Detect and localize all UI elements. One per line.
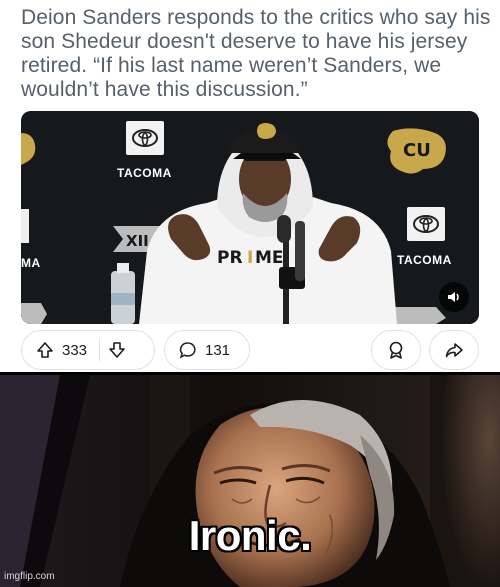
vote-divider <box>99 339 101 361</box>
post-title[interactable]: Deion Sanders responds to the critics wh… <box>21 6 491 102</box>
svg-text:XII: XII <box>126 232 149 250</box>
sponsor-label-tacoma-right: TACOMA <box>397 253 452 267</box>
sponsor-label-tacoma: TACOMA <box>117 166 172 180</box>
downvote-arrow-icon[interactable] <box>108 341 126 359</box>
video-player[interactable]: XII CU PR I ME TACOMA TACOMA MA <box>21 111 479 324</box>
comment-bubble-icon <box>179 341 197 359</box>
comment-count: 131 <box>205 341 231 359</box>
volume-button[interactable] <box>439 282 469 312</box>
upvote-count: 333 <box>62 341 88 359</box>
toyota-logo <box>126 121 164 155</box>
toyota-emblem-icon <box>132 129 158 147</box>
toyota-logo-right <box>407 207 445 241</box>
comments-button[interactable]: 131 <box>164 330 250 370</box>
svg-text:CU: CU <box>403 140 431 161</box>
vote-control: 333 <box>21 330 155 370</box>
svg-text:ME: ME <box>255 248 284 268</box>
sponsor-label-left: MA <box>21 256 41 270</box>
award-button[interactable] <box>371 330 421 370</box>
svg-text:I: I <box>247 248 253 268</box>
upvote-arrow-icon[interactable] <box>36 341 54 359</box>
reddit-post: Deion Sanders responds to the critics wh… <box>0 0 500 372</box>
volume-icon <box>448 292 459 302</box>
post-actions-bar: 333 131 <box>21 330 479 370</box>
svg-text:PR: PR <box>217 248 243 268</box>
meme-caption: Ironic. <box>188 512 312 559</box>
award-icon <box>386 340 406 360</box>
toyota-emblem-icon <box>413 215 439 233</box>
share-arrow-icon <box>444 340 464 360</box>
share-button[interactable] <box>429 330 479 370</box>
imgflip-watermark: imgflip.com <box>4 571 55 582</box>
